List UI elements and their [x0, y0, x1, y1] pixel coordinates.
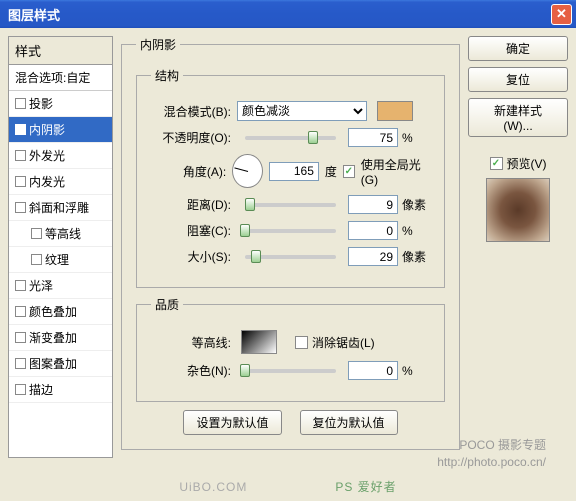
choke-label: 阻塞(C): [151, 222, 233, 239]
opacity-unit: % [402, 131, 430, 145]
noise-slider[interactable] [245, 369, 336, 373]
angle-unit: 度 [325, 163, 337, 180]
angle-label: 角度(A): [151, 163, 228, 180]
checkbox-icon[interactable] [15, 98, 26, 109]
settings-panel: 内阴影 结构 混合模式(B): 颜色减淡 不透明度(O): % 角度(A): [121, 36, 460, 458]
checkbox-icon[interactable] [15, 384, 26, 395]
color-swatch[interactable] [377, 101, 413, 121]
dialog-body: 样式 混合选项:自定 投影 内阴影 外发光 内发光 斜面和浮雕 等高线 纹理 光… [0, 28, 576, 466]
antialias-label: 消除锯齿(L) [312, 334, 375, 351]
checkbox-icon[interactable] [31, 254, 42, 265]
style-inner-shadow[interactable]: 内阴影 [9, 117, 112, 143]
checkbox-icon[interactable] [15, 150, 26, 161]
blend-mode-label: 混合模式(B): [151, 103, 233, 120]
new-style-button[interactable]: 新建样式(W)... [468, 98, 568, 137]
style-gradient-overlay[interactable]: 渐变叠加 [9, 325, 112, 351]
window-title: 图层样式 [8, 5, 551, 24]
choke-unit: % [402, 224, 430, 238]
ok-button[interactable]: 确定 [468, 36, 568, 61]
cancel-button[interactable]: 复位 [468, 67, 568, 92]
distance-unit: 像素 [402, 196, 430, 213]
title-bar: 图层样式 ✕ [0, 0, 576, 28]
style-pattern-overlay[interactable]: 图案叠加 [9, 351, 112, 377]
close-button[interactable]: ✕ [551, 4, 572, 25]
checkbox-icon[interactable] [15, 280, 26, 291]
checkbox-icon[interactable] [15, 124, 26, 135]
size-input[interactable] [348, 247, 398, 266]
checkbox-icon[interactable] [31, 228, 42, 239]
choke-input[interactable] [348, 221, 398, 240]
opacity-label: 不透明度(O): [151, 129, 233, 146]
quality-fieldset: 品质 等高线: 消除锯齿(L) 杂色(N): % [136, 296, 445, 402]
contour-label: 等高线: [151, 334, 233, 351]
style-satin[interactable]: 光泽 [9, 273, 112, 299]
checkbox-icon[interactable] [15, 358, 26, 369]
quality-title: 品质 [151, 296, 183, 313]
size-label: 大小(S): [151, 248, 233, 265]
style-stroke[interactable]: 描边 [9, 377, 112, 403]
style-outer-glow[interactable]: 外发光 [9, 143, 112, 169]
antialias-checkbox[interactable] [295, 336, 308, 349]
size-slider[interactable] [245, 255, 336, 259]
opacity-input[interactable] [348, 128, 398, 147]
opacity-slider[interactable] [245, 136, 336, 140]
preview-thumbnail [486, 178, 550, 242]
angle-dial[interactable] [232, 154, 263, 188]
reset-default-button[interactable]: 复位为默认值 [300, 410, 398, 435]
style-inner-glow[interactable]: 内发光 [9, 169, 112, 195]
make-default-button[interactable]: 设置为默认值 [183, 410, 281, 435]
global-light-label: 使用全局光(G) [361, 156, 430, 187]
distance-input[interactable] [348, 195, 398, 214]
structure-title: 结构 [151, 67, 183, 84]
checkbox-icon[interactable] [15, 176, 26, 187]
style-texture[interactable]: 纹理 [9, 247, 112, 273]
blending-options[interactable]: 混合选项:自定 [9, 65, 112, 91]
global-light-checkbox[interactable] [343, 165, 355, 178]
preview-checkbox[interactable] [490, 157, 503, 170]
noise-input[interactable] [348, 361, 398, 380]
checkbox-icon[interactable] [15, 332, 26, 343]
distance-label: 距离(D): [151, 196, 233, 213]
size-unit: 像素 [402, 248, 430, 265]
style-color-overlay[interactable]: 颜色叠加 [9, 299, 112, 325]
watermark-footer: UiBO.COM PS 爱好者 [0, 478, 576, 495]
styles-header[interactable]: 样式 [9, 37, 112, 65]
checkbox-icon[interactable] [15, 306, 26, 317]
noise-unit: % [402, 364, 430, 378]
style-contour[interactable]: 等高线 [9, 221, 112, 247]
choke-slider[interactable] [245, 229, 336, 233]
style-bevel[interactable]: 斜面和浮雕 [9, 195, 112, 221]
checkbox-icon[interactable] [15, 202, 26, 213]
distance-slider[interactable] [245, 203, 336, 207]
styles-list: 样式 混合选项:自定 投影 内阴影 外发光 内发光 斜面和浮雕 等高线 纹理 光… [8, 36, 113, 458]
structure-fieldset: 结构 混合模式(B): 颜色减淡 不透明度(O): % 角度(A): [136, 67, 445, 288]
action-panel: 确定 复位 新建样式(W)... 预览(V) [468, 36, 568, 458]
preview-label: 预览(V) [507, 155, 547, 172]
effect-title: 内阴影 [136, 36, 180, 53]
angle-input[interactable] [269, 162, 319, 181]
noise-label: 杂色(N): [151, 362, 233, 379]
contour-picker[interactable] [241, 330, 277, 354]
effect-fieldset: 内阴影 结构 混合模式(B): 颜色减淡 不透明度(O): % 角度(A): [121, 36, 460, 450]
blend-mode-select[interactable]: 颜色减淡 [237, 101, 367, 121]
style-drop-shadow[interactable]: 投影 [9, 91, 112, 117]
